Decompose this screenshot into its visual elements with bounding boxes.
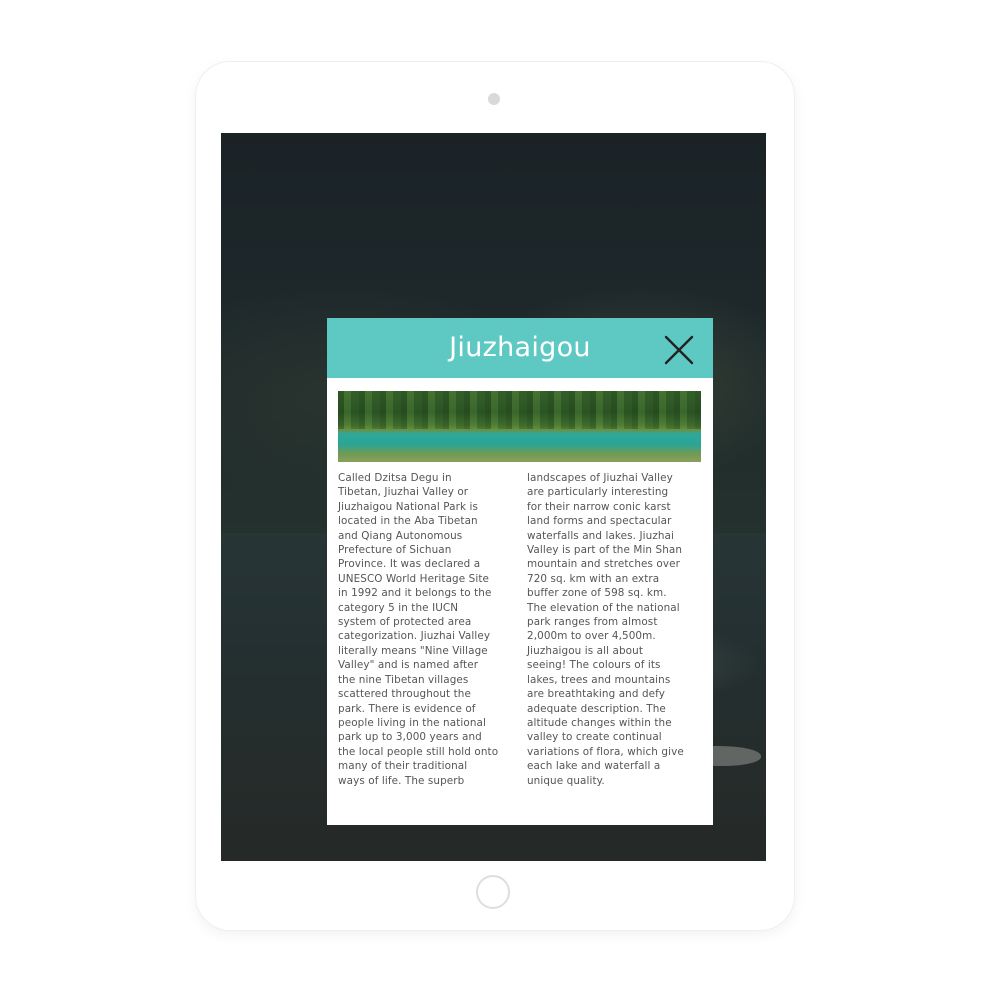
home-button[interactable] xyxy=(476,875,510,909)
modal-title: Jiuzhaigou xyxy=(449,332,591,363)
tablet-frame: Jiuzhaigou Called Dzitsa Degu in Tibetan… xyxy=(196,62,794,930)
lake-landscape-image xyxy=(338,391,701,462)
article-column-right: landscapes of Jiuzhai Valley are particu… xyxy=(527,472,684,787)
screen: Jiuzhaigou Called Dzitsa Degu in Tibetan… xyxy=(221,133,766,861)
modal-header: Jiuzhaigou xyxy=(327,318,713,378)
info-modal: Jiuzhaigou Called Dzitsa Degu in Tibetan… xyxy=(327,318,713,825)
camera-icon xyxy=(488,93,500,105)
article-body: Called Dzitsa Degu in Tibetan, Jiuzhai V… xyxy=(338,471,702,788)
tree-line xyxy=(338,391,701,429)
close-button[interactable] xyxy=(661,332,697,368)
close-icon xyxy=(664,335,694,365)
article-column-left: Called Dzitsa Degu in Tibetan, Jiuzhai V… xyxy=(338,472,499,787)
